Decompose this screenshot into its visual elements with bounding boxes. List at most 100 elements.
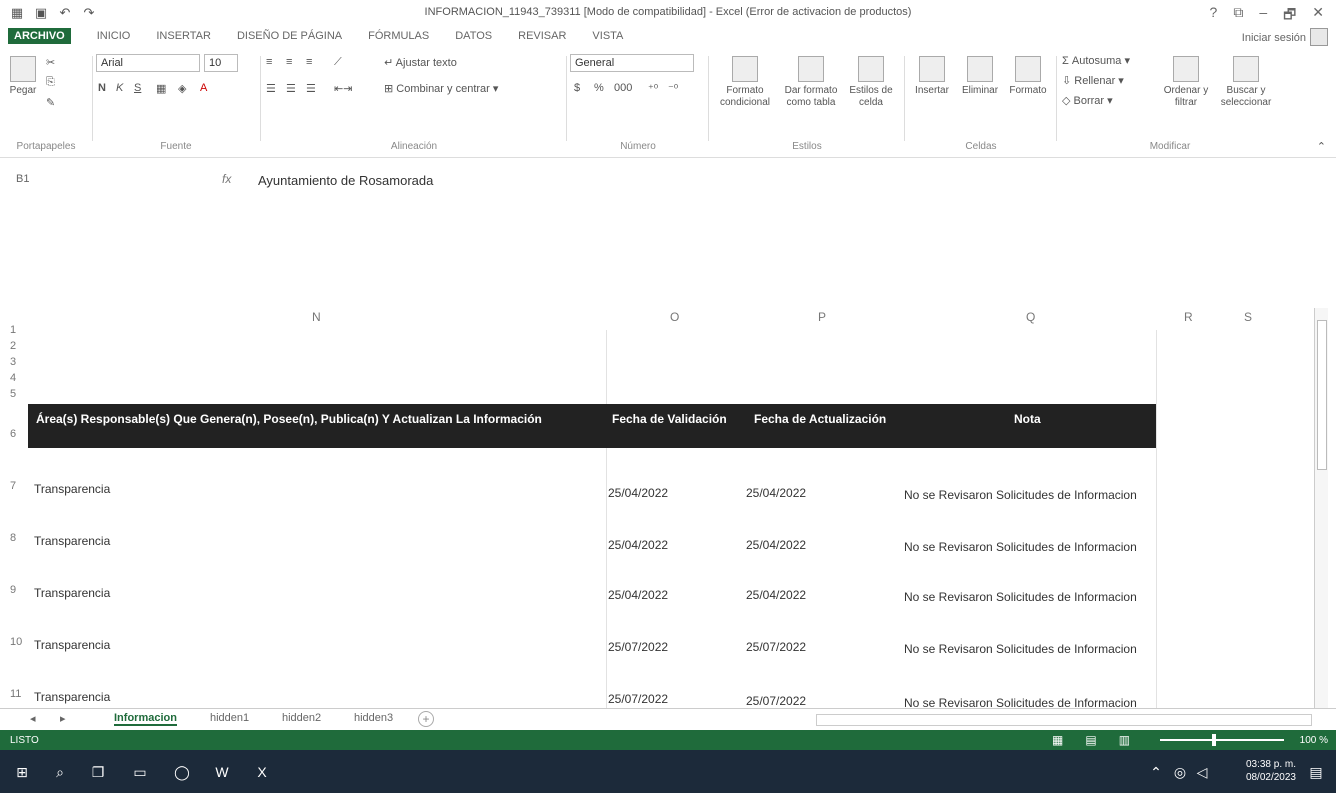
currency-button[interactable]: $ — [574, 82, 580, 94]
worksheet[interactable]: N O P Q R S 1 2 3 4 5 6 7 8 9 10 11 Área… — [0, 300, 1310, 710]
align-top-icon[interactable]: ≡ — [266, 56, 272, 68]
find-select-button[interactable]: Buscar y seleccionar — [1216, 56, 1276, 109]
word-icon[interactable]: W — [212, 762, 232, 782]
header-cell-note[interactable]: Nota — [1014, 412, 1041, 426]
table-cell[interactable]: Transparencia — [34, 690, 110, 704]
sheet-tab-hidden3[interactable]: hidden3 — [354, 712, 393, 724]
row-number[interactable]: 11 — [10, 688, 21, 700]
add-sheet-icon[interactable]: + — [418, 711, 434, 727]
network-icon[interactable]: ◎ — [1170, 762, 1190, 782]
row-number[interactable]: 4 — [10, 372, 16, 384]
table-cell[interactable]: Transparencia — [34, 586, 110, 600]
search-icon[interactable]: ⌕ — [50, 762, 70, 782]
format-table-button[interactable]: Dar formato como tabla — [780, 56, 842, 109]
clear-button[interactable]: ◇ Borrar ▾ — [1062, 94, 1113, 107]
paste-button[interactable]: Pegar — [6, 56, 40, 97]
tray-chevron-icon[interactable]: ⌃ — [1146, 762, 1166, 782]
table-cell[interactable]: 25/04/2022 — [608, 538, 668, 552]
tab-archivo[interactable]: ARCHIVO — [8, 28, 71, 44]
volume-icon[interactable]: ◁ — [1192, 762, 1212, 782]
font-color-icon[interactable]: A — [200, 82, 207, 94]
task-view-icon[interactable]: ❐ — [88, 762, 108, 782]
sheet-nav-prev-icon[interactable]: ◂ — [30, 712, 36, 725]
collapse-ribbon-icon[interactable]: ⌃ — [1317, 140, 1326, 153]
table-cell[interactable]: No se Revisaron Solicitudes de Informaci… — [904, 488, 1137, 502]
tab-insertar[interactable]: INSERTAR — [156, 30, 211, 44]
normal-view-icon[interactable]: ▦ — [1052, 733, 1063, 747]
conditional-format-button[interactable]: Formato condicional — [716, 56, 774, 109]
underline-button[interactable]: S — [134, 82, 141, 94]
zoom-level[interactable]: 100 % — [1300, 735, 1328, 746]
header-cell-validation[interactable]: Fecha de Validación — [612, 412, 727, 426]
row-number[interactable]: 5 — [10, 388, 16, 400]
horizontal-scrollbar[interactable] — [816, 714, 1312, 726]
notifications-icon[interactable]: ▤ — [1306, 762, 1326, 782]
wrap-text-button[interactable]: ↵ Ajustar texto — [384, 56, 457, 69]
table-cell[interactable]: No se Revisaron Solicitudes de Informaci… — [904, 590, 1137, 604]
column-header-q[interactable]: Q — [1026, 310, 1035, 324]
table-cell[interactable]: No se Revisaron Solicitudes de Informaci… — [904, 540, 1137, 554]
cut-icon[interactable]: ✂ — [46, 56, 55, 69]
tab-diseno-pagina[interactable]: DISEÑO DE PÁGINA — [237, 30, 342, 44]
taskbar-clock[interactable]: 03:38 p. m. 08/02/2023 — [1246, 758, 1296, 784]
align-right-icon[interactable]: ☰ — [306, 82, 316, 95]
tab-datos[interactable]: DATOS — [455, 30, 492, 44]
table-cell[interactable]: 25/04/2022 — [746, 588, 806, 602]
table-cell[interactable]: 25/04/2022 — [746, 486, 806, 500]
indent-icon[interactable]: ⇤⇥ — [334, 82, 352, 95]
name-box[interactable]: B1 — [16, 173, 106, 185]
start-icon[interactable]: ⊞ — [12, 762, 32, 782]
table-cell[interactable]: 25/07/2022 — [608, 692, 668, 706]
table-cell[interactable]: 25/07/2022 — [746, 694, 806, 708]
align-bottom-icon[interactable]: ≡ — [306, 56, 312, 68]
italic-button[interactable]: K — [116, 82, 123, 94]
ribbon-display-icon[interactable]: ⧉ — [1233, 4, 1243, 28]
align-center-icon[interactable]: ☰ — [286, 82, 296, 95]
bold-button[interactable]: N — [98, 82, 106, 94]
row-number[interactable]: 10 — [10, 636, 22, 648]
percent-button[interactable]: % — [594, 82, 604, 94]
thousands-button[interactable]: 000 — [614, 82, 632, 94]
tab-formulas[interactable]: FÓRMULAS — [368, 30, 429, 44]
number-format-select[interactable]: General — [570, 54, 694, 72]
column-header-o[interactable]: O — [670, 310, 679, 324]
row-number[interactable]: 9 — [10, 584, 16, 596]
restore-icon[interactable]: 🗗 — [1283, 4, 1296, 28]
fill-color-icon[interactable]: ◈ — [178, 82, 186, 95]
sheet-tab-hidden2[interactable]: hidden2 — [282, 712, 321, 724]
table-cell[interactable]: 25/04/2022 — [608, 588, 668, 602]
tab-inicio[interactable]: INICIO — [97, 30, 131, 44]
copy-icon[interactable]: ⎘ — [46, 76, 55, 89]
excel-taskbar-icon[interactable]: X — [252, 762, 272, 782]
row-number[interactable]: 6 — [10, 428, 16, 440]
decrease-decimal-icon[interactable]: ⁻⁰ — [668, 82, 678, 95]
delete-cells-button[interactable]: Eliminar — [958, 56, 1002, 97]
table-cell[interactable]: 25/04/2022 — [746, 538, 806, 552]
row-number[interactable]: 3 — [10, 356, 16, 368]
table-cell[interactable]: Transparencia — [34, 534, 110, 548]
formula-input[interactable]: Ayuntamiento de Rosamorada — [258, 173, 433, 188]
column-header-s[interactable]: S — [1244, 310, 1252, 324]
orientation-icon[interactable]: ⟋ — [334, 56, 342, 69]
row-number[interactable]: 2 — [10, 340, 16, 352]
align-middle-icon[interactable]: ≡ — [286, 56, 292, 68]
format-cells-button[interactable]: Formato — [1006, 56, 1050, 97]
close-icon[interactable]: ✕ — [1312, 4, 1324, 28]
page-layout-icon[interactable]: ▤ — [1085, 733, 1096, 747]
increase-decimal-icon[interactable]: ⁺⁰ — [648, 82, 658, 95]
table-cell[interactable]: 25/04/2022 — [608, 486, 668, 500]
table-cell[interactable]: Transparencia — [34, 638, 110, 652]
zoom-slider[interactable] — [1160, 739, 1284, 741]
tab-vista[interactable]: VISTA — [592, 30, 623, 44]
tab-revisar[interactable]: REVISAR — [518, 30, 566, 44]
font-name-select[interactable]: Arial — [96, 54, 200, 72]
column-header-n[interactable]: N — [312, 310, 321, 324]
table-cell[interactable]: Transparencia — [34, 482, 110, 496]
sheet-tab-hidden1[interactable]: hidden1 — [210, 712, 249, 724]
sort-filter-button[interactable]: Ordenar y filtrar — [1160, 56, 1212, 109]
header-cell-area[interactable]: Área(s) Responsable(s) Que Genera(n), Po… — [36, 412, 542, 426]
minimize-icon[interactable]: – — [1259, 4, 1267, 28]
autosum-button[interactable]: Σ Autosuma ▾ — [1062, 54, 1130, 67]
file-explorer-icon[interactable]: ▭ — [130, 762, 150, 782]
zoom-slider-knob[interactable] — [1212, 734, 1216, 746]
